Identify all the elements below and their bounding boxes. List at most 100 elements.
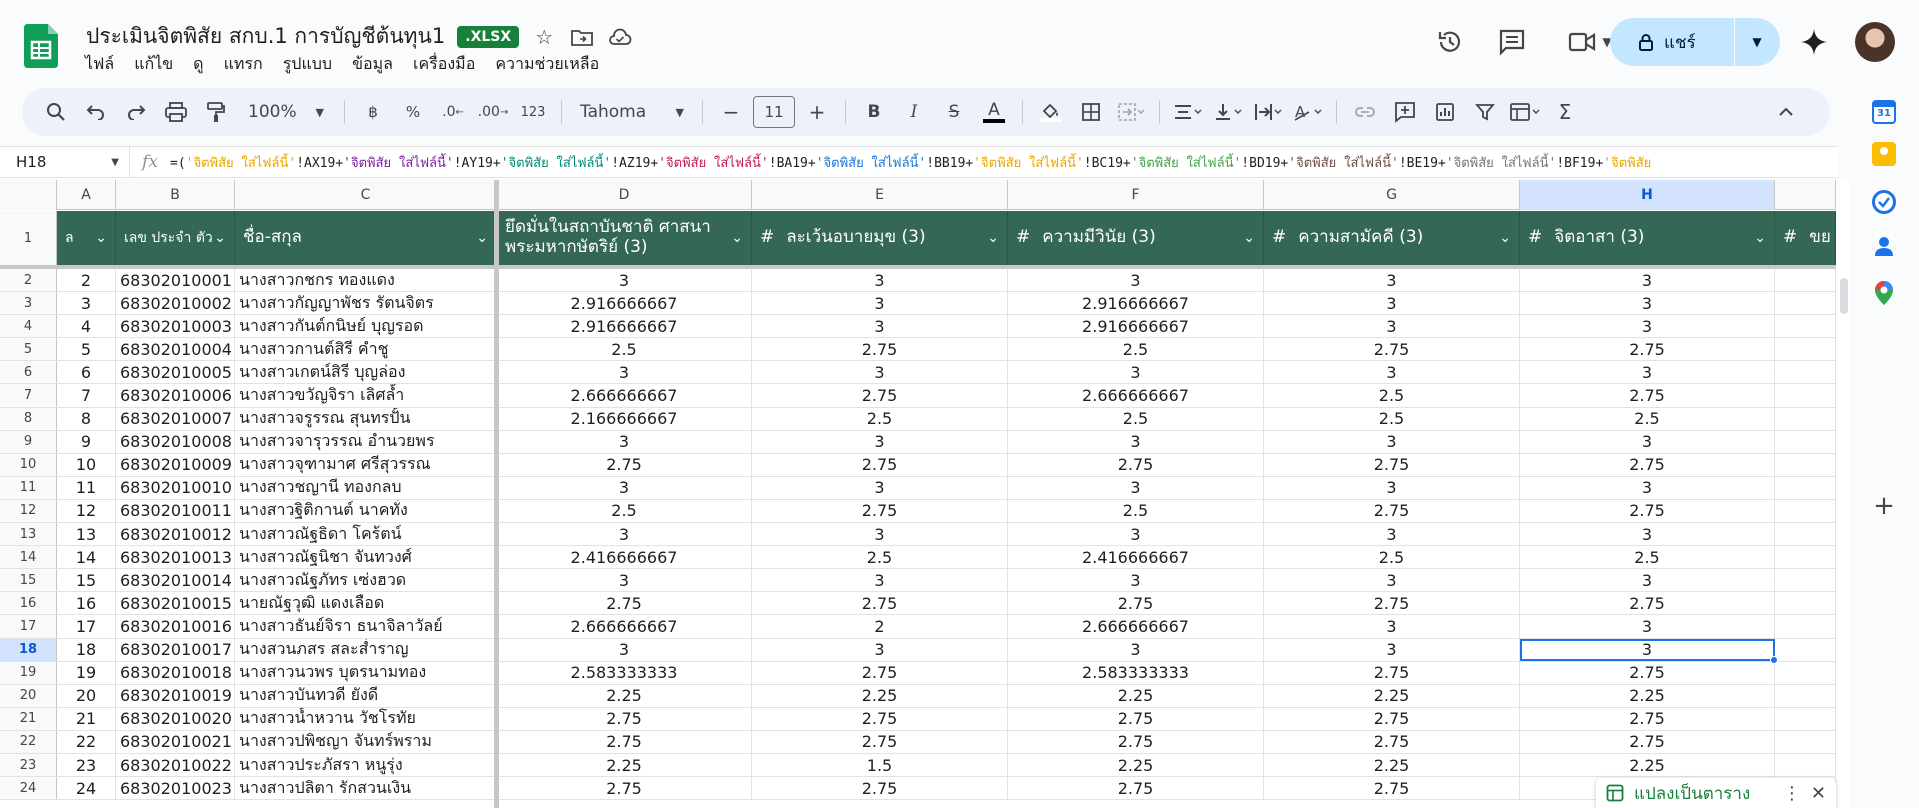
- table-cell[interactable]: 2.666666667: [497, 615, 752, 638]
- vertical-scrollbar[interactable]: [1836, 180, 1850, 808]
- table-cell[interactable]: [1775, 292, 1836, 315]
- table-cell[interactable]: นางสาวปลิตา รักสวนเงิน: [235, 777, 497, 800]
- table-cell[interactable]: 23: [57, 753, 116, 777]
- menu-view[interactable]: ดู: [184, 50, 212, 79]
- undo-icon[interactable]: [78, 94, 114, 130]
- table-cell[interactable]: 68302010016: [116, 615, 235, 638]
- gemini-icon[interactable]: [1798, 26, 1830, 58]
- collapse-toolbar-icon[interactable]: [1768, 94, 1804, 130]
- horizontal-align-icon[interactable]: [1170, 94, 1206, 130]
- table-cell[interactable]: 2.75: [1520, 384, 1775, 407]
- table-cell[interactable]: 3: [1520, 638, 1775, 661]
- row-header[interactable]: 17: [0, 615, 57, 638]
- column-header[interactable]: A: [57, 180, 116, 210]
- table-cell[interactable]: 2.916666667: [497, 315, 752, 338]
- table-cell[interactable]: 4: [57, 315, 116, 338]
- table-cell[interactable]: 7: [57, 384, 116, 407]
- table-cell[interactable]: 2.916666667: [497, 292, 752, 315]
- chevron-down-icon[interactable]: ⌄: [1243, 230, 1255, 246]
- table-cell[interactable]: 3: [1264, 269, 1520, 292]
- table-cell[interactable]: 3: [1008, 638, 1264, 661]
- select-all-corner[interactable]: [0, 180, 57, 210]
- table-cell[interactable]: 68302010001: [116, 269, 235, 292]
- table-cell[interactable]: 68302010012: [116, 523, 235, 546]
- table-cell[interactable]: 2.75: [1264, 338, 1520, 361]
- table-cell[interactable]: 2: [57, 269, 116, 292]
- table-cell[interactable]: 2.416666667: [1008, 546, 1264, 569]
- fill-color-icon[interactable]: [1033, 94, 1069, 130]
- table-cell[interactable]: 3: [1520, 269, 1775, 292]
- table-cell[interactable]: นางสาวบันทวดี ยังดี: [235, 684, 497, 707]
- row-header[interactable]: 10: [0, 453, 57, 476]
- sheets-logo-icon[interactable]: [24, 24, 58, 68]
- currency-format-button[interactable]: ฿: [355, 94, 391, 130]
- table-cell[interactable]: 3: [1008, 269, 1264, 292]
- chevron-down-icon[interactable]: ⌄: [476, 230, 488, 246]
- table-cell[interactable]: 2.75: [1520, 338, 1775, 361]
- table-cell[interactable]: 2.75: [1264, 661, 1520, 684]
- menu-format[interactable]: รูปแบบ: [274, 50, 341, 79]
- table-cell[interactable]: 2.666666667: [1008, 384, 1264, 407]
- filter-views-icon[interactable]: [1507, 94, 1543, 130]
- table-cell[interactable]: 2.75: [1008, 453, 1264, 476]
- table-cell[interactable]: [1775, 453, 1836, 476]
- menu-data[interactable]: ข้อมูล: [343, 50, 402, 79]
- table-cell[interactable]: 2.666666667: [1008, 615, 1264, 638]
- star-icon[interactable]: ☆: [531, 24, 557, 50]
- text-wrapping-icon[interactable]: [1250, 94, 1286, 130]
- table-cell[interactable]: 3: [1264, 292, 1520, 315]
- contacts-icon[interactable]: [1872, 234, 1896, 258]
- table-cell[interactable]: นางสาวกันต์กนิษย์ บุญรอด: [235, 315, 497, 338]
- insert-link-icon[interactable]: [1347, 94, 1383, 130]
- table-cell[interactable]: 2.75: [1008, 592, 1264, 615]
- table-cell[interactable]: 68302010010: [116, 476, 235, 499]
- table-cell[interactable]: 2.75: [497, 730, 752, 753]
- table-cell[interactable]: 3: [57, 292, 116, 315]
- insert-chart-icon[interactable]: [1427, 94, 1463, 130]
- table-cell[interactable]: 3: [752, 292, 1008, 315]
- table-cell[interactable]: 2.75: [1520, 453, 1775, 476]
- table-cell[interactable]: 2.25: [1264, 684, 1520, 707]
- table-cell[interactable]: 20: [57, 684, 116, 707]
- table-cell[interactable]: 10: [57, 453, 116, 476]
- table-cell[interactable]: 14: [57, 546, 116, 569]
- table-cell[interactable]: 2.75: [1264, 453, 1520, 476]
- table-cell[interactable]: นางสาวธันย์จิรา ธนาจิลาวัลย์: [235, 615, 497, 638]
- table-cell[interactable]: 2.75: [1008, 730, 1264, 753]
- menu-file[interactable]: ไฟล์: [76, 50, 123, 79]
- table-cell[interactable]: [1775, 753, 1836, 777]
- table-cell[interactable]: 2.75: [752, 730, 1008, 753]
- table-cell[interactable]: 3: [497, 523, 752, 546]
- column-header[interactable]: D: [497, 180, 752, 210]
- row-header[interactable]: 19: [0, 661, 57, 684]
- table-cell[interactable]: [1775, 430, 1836, 453]
- table-cell[interactable]: 2.5: [752, 546, 1008, 569]
- table-cell[interactable]: 2.75: [497, 453, 752, 476]
- table-cell[interactable]: 2.25: [1520, 753, 1775, 777]
- table-cell[interactable]: 24: [57, 777, 116, 800]
- text-rotation-icon[interactable]: A: [1290, 94, 1326, 130]
- table-cell[interactable]: นางสาวฐิติกานต์ นาคทั่ง: [235, 499, 497, 523]
- frozen-columns-divider[interactable]: [494, 180, 499, 808]
- table-cell[interactable]: 16: [57, 592, 116, 615]
- table-cell[interactable]: 2.75: [752, 453, 1008, 476]
- table-cell[interactable]: 68302010013: [116, 546, 235, 569]
- user-avatar[interactable]: [1855, 22, 1895, 62]
- row-header[interactable]: 24: [0, 777, 57, 800]
- font-select[interactable]: Tahoma ▼: [572, 94, 692, 130]
- column-header[interactable]: E: [752, 180, 1008, 210]
- column-header[interactable]: [1775, 180, 1836, 210]
- table-cell[interactable]: [1775, 730, 1836, 753]
- share-dropdown-button[interactable]: ▼: [1735, 18, 1779, 66]
- table-cell[interactable]: 13: [57, 523, 116, 546]
- table-cell[interactable]: 2.75: [1264, 499, 1520, 523]
- table-cell[interactable]: 2.75: [1008, 707, 1264, 730]
- row-header[interactable]: 16: [0, 592, 57, 615]
- table-cell[interactable]: [1775, 615, 1836, 638]
- table-cell[interactable]: 2.75: [752, 661, 1008, 684]
- table-cell[interactable]: นางสาวกานต์สิรี คำชู: [235, 338, 497, 361]
- table-cell[interactable]: 3: [1264, 638, 1520, 661]
- row-header[interactable]: 20: [0, 684, 57, 707]
- calendar-icon[interactable]: 31: [1872, 100, 1896, 124]
- table-cell[interactable]: [1775, 384, 1836, 407]
